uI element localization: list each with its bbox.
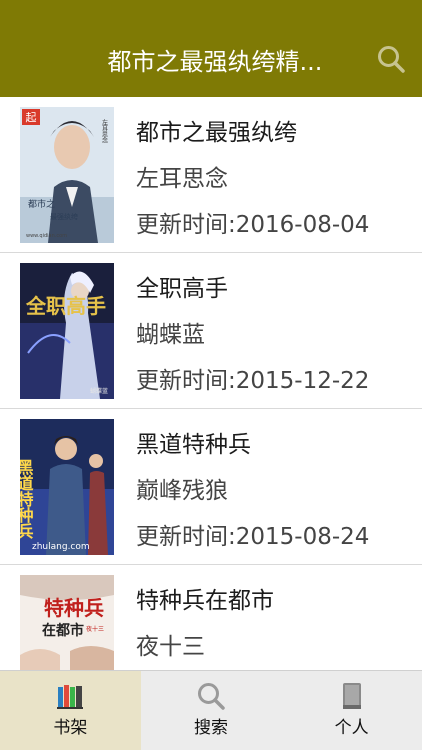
book-updated-time: 更新时间:2016-08-04: [136, 212, 370, 238]
book-updated-time: 更新时间:2015-08-24: [136, 524, 370, 550]
tab-bookshelf[interactable]: 书架: [0, 671, 141, 750]
cover-art-subtitle: 在都市: [42, 622, 84, 639]
book-author: 左耳思念: [136, 166, 228, 192]
cover-logo-text: 起: [26, 111, 37, 124]
book-title: 特种兵在都市: [136, 588, 274, 614]
book-row[interactable]: 特种兵 在都市 夜十三 特种兵在都市 夜十三: [0, 565, 422, 670]
book-row[interactable]: 全职高手 蝴蝶蓝 全职高手 蝴蝶蓝 更新时间:2015-12-22: [0, 253, 422, 409]
app-screen: 都市之最强纨绔精... 起 左耳思念 都市之 最强纨绔 www.qidian.c…: [0, 0, 422, 750]
book-author: 夜十三: [136, 634, 205, 660]
cover-art-title: 黑道特种兵: [20, 459, 35, 540]
book-cover: 起 左耳思念 都市之 最强纨绔 www.qidian.com: [20, 107, 114, 243]
search-icon: [196, 681, 226, 711]
cover-title-text-1: 都市之: [28, 198, 55, 210]
navigation-bar: 都市之最强纨绔精...: [0, 0, 422, 97]
cover-url-text: www.qidian.com: [26, 233, 67, 239]
book-cover: 黑道特种兵 zhulang.com: [20, 419, 114, 555]
cover-author-text: 夜十三: [86, 625, 104, 633]
book-cover: 特种兵 在都市 夜十三: [20, 575, 114, 670]
book-row[interactable]: 黑道特种兵 zhulang.com 黑道特种兵 巅峰残狼 更新时间:2015-0…: [0, 409, 422, 565]
bookshelf-icon: [55, 681, 85, 711]
cover-author-text: 左耳思念: [101, 118, 108, 143]
tab-search[interactable]: 搜索: [141, 671, 282, 750]
book-title: 黑道特种兵: [136, 432, 251, 458]
search-icon[interactable]: [376, 44, 406, 74]
cover-title-text-2: 最强纨绔: [50, 212, 78, 221]
tab-profile[interactable]: 个人: [281, 671, 422, 750]
book-author: 巅峰残狼: [136, 478, 228, 504]
page-title: 都市之最强纨绔精...: [107, 48, 323, 76]
book-updated-time: 更新时间:2015-12-22: [136, 368, 370, 394]
cover-url-text: zhulang.com: [32, 542, 90, 552]
cover-art-title: 特种兵: [44, 596, 104, 620]
book-author: 蝴蝶蓝: [136, 322, 205, 348]
book-cover: 全职高手 蝴蝶蓝: [20, 263, 114, 399]
tab-label: 书架: [53, 718, 88, 738]
cover-author-text: 蝴蝶蓝: [90, 387, 108, 395]
tab-label: 个人: [334, 718, 369, 738]
tab-label: 搜索: [194, 718, 228, 738]
book-title: 都市之最强纨绔: [136, 120, 297, 146]
cover-art-title: 全职高手: [25, 294, 106, 318]
book-title: 全职高手: [136, 276, 228, 302]
tab-bar: 书架 搜索 个人: [0, 670, 422, 750]
book-icon: [337, 681, 367, 711]
book-list: 起 左耳思念 都市之 最强纨绔 www.qidian.com 都市之最强纨绔 左…: [0, 97, 422, 670]
book-row[interactable]: 起 左耳思念 都市之 最强纨绔 www.qidian.com 都市之最强纨绔 左…: [0, 97, 422, 253]
